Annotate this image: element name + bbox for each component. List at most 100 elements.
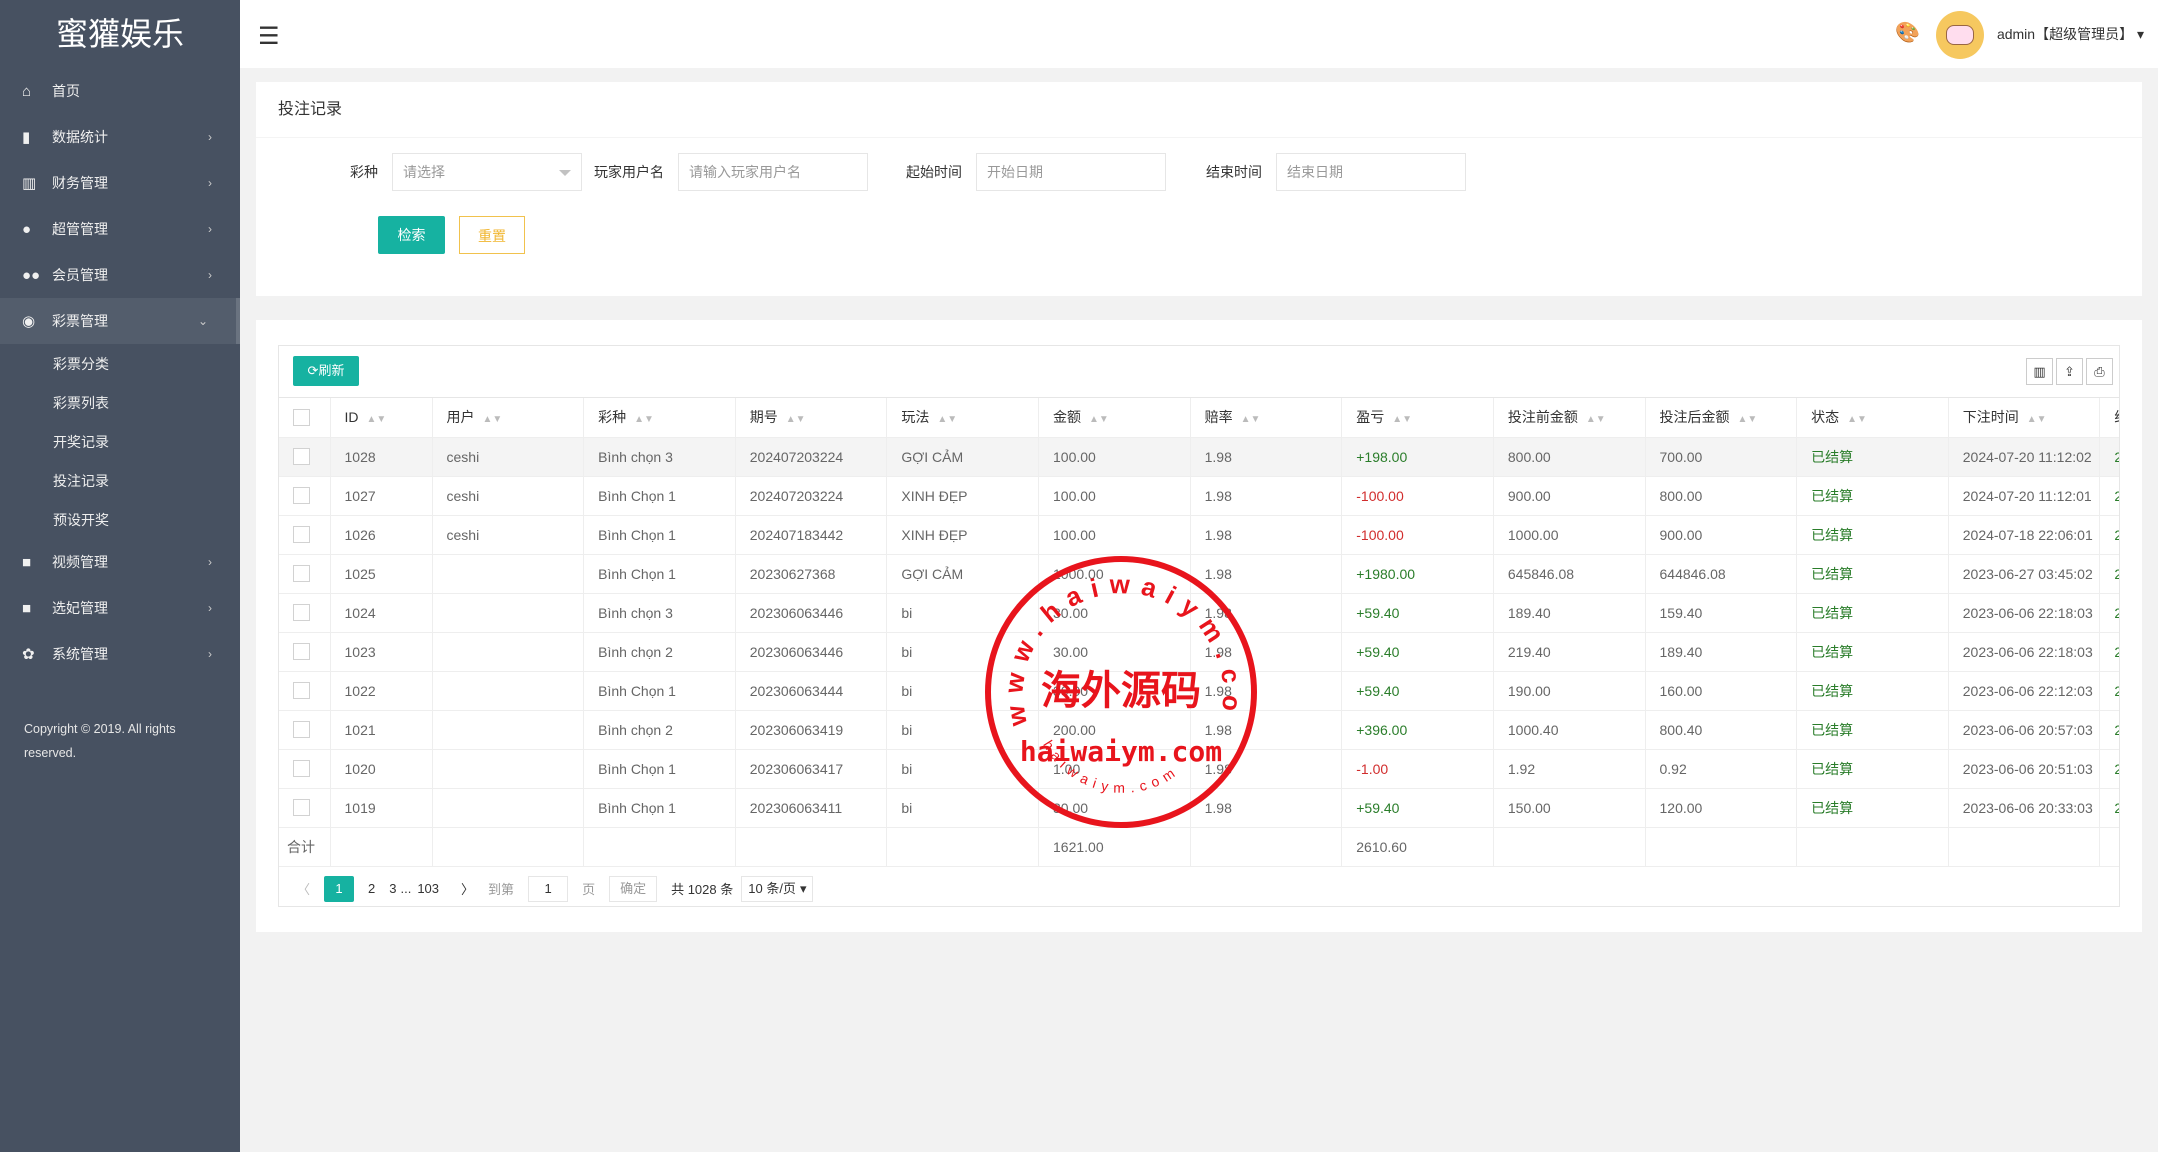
- column-header[interactable]: 玩法 ▲▼: [886, 398, 1039, 438]
- sidebar-subitem[interactable]: 预设开奖: [0, 500, 240, 539]
- row-checkbox-cell[interactable]: [279, 788, 331, 828]
- column-header[interactable]: 结算时间▲▼: [2099, 398, 2119, 438]
- goto-confirm-button[interactable]: 确定: [609, 875, 658, 902]
- table-row[interactable]: 1028 ceshi Bình chọn 3 202407203224 GỢI CẢM 1…: [279, 437, 2119, 477]
- checkbox[interactable]: [293, 604, 310, 622]
- next-page-button[interactable]: 〉: [461, 879, 474, 898]
- sort-icon[interactable]: ▲▼: [634, 414, 654, 425]
- sort-icon[interactable]: ▲▼: [1586, 414, 1606, 425]
- checkbox[interactable]: [293, 799, 310, 817]
- cell-10: 已结算: [1796, 788, 1949, 828]
- table-row[interactable]: 1022 Bình Chọn 1 202306063444 bi 30.00 1.98 +5…: [279, 671, 2119, 711]
- row-checkbox-cell[interactable]: [279, 437, 331, 477]
- row-checkbox-cell[interactable]: [279, 749, 331, 789]
- checkbox[interactable]: [293, 409, 310, 427]
- table-row[interactable]: 1025 Bình Chọn 1 20230627368 GỢI CẢM 1000.00…: [279, 554, 2119, 594]
- column-header-label: 投注前金额: [1507, 409, 1578, 426]
- row-checkbox-cell[interactable]: [279, 593, 331, 633]
- sort-icon[interactable]: ▲▼: [2027, 414, 2047, 425]
- sidebar-item-0-home[interactable]: ⌂ 首页: [0, 68, 240, 114]
- column-header[interactable]: 期号 ▲▼: [735, 398, 888, 438]
- sort-icon[interactable]: ▲▼: [786, 414, 806, 425]
- column-header[interactable]: 状态 ▲▼: [1796, 398, 1949, 438]
- row-checkbox-cell[interactable]: [279, 515, 331, 555]
- row-checkbox-cell[interactable]: [279, 632, 331, 672]
- table-row[interactable]: 1024 Bình chọn 3 202306063446 bi 30.00 1.98 +5…: [279, 593, 2119, 633]
- goto-page-input[interactable]: 1: [528, 875, 569, 902]
- sidebar-item-4-users[interactable]: ●● 会员管理 ›: [0, 252, 240, 298]
- page-3[interactable]: 3: [389, 881, 396, 896]
- sort-icon[interactable]: ▲▼: [937, 414, 957, 425]
- checkbox[interactable]: [293, 643, 310, 661]
- column-header[interactable]: 用户 ▲▼: [432, 398, 585, 438]
- menu-toggle-icon[interactable]: ☰: [258, 22, 280, 51]
- sidebar-item-1-bar-chart[interactable]: ▮ 数据统计 ›: [0, 114, 240, 160]
- row-checkbox-cell[interactable]: [279, 710, 331, 750]
- export-icon[interactable]: ⇪: [2056, 358, 2083, 385]
- end-date-input[interactable]: 结束日期: [1276, 153, 1466, 191]
- cell-9: 160.00: [1645, 671, 1798, 711]
- checkbox[interactable]: [293, 526, 310, 544]
- sidebar-item-8-gear[interactable]: ✿ 系统管理 ›: [0, 631, 240, 677]
- column-header[interactable]: 金额 ▲▼: [1038, 398, 1191, 438]
- table-row[interactable]: 1027 ceshi Bình Chọn 1 202407203224 XINH ĐẸP…: [279, 476, 2119, 516]
- sort-icon[interactable]: ▲▼: [1392, 414, 1412, 425]
- sort-icon[interactable]: ▲▼: [483, 414, 503, 425]
- column-header[interactable]: 下注时间 ▲▼: [1948, 398, 2101, 438]
- column-header[interactable]: 盈亏 ▲▼: [1341, 398, 1494, 438]
- cell-7: +59.40: [1341, 593, 1494, 633]
- page-size-select[interactable]: 10 条/页 ▾: [741, 875, 814, 902]
- page-2[interactable]: 2: [368, 881, 375, 896]
- sort-icon[interactable]: ▲▼: [1089, 414, 1109, 425]
- sort-icon[interactable]: ▲▼: [1241, 414, 1261, 425]
- sidebar-subitem[interactable]: 投注记录: [0, 461, 240, 500]
- palette-icon[interactable]: 🎨: [1895, 20, 1920, 45]
- select-all-checkbox[interactable]: [279, 398, 331, 438]
- lottery-select[interactable]: 请选择: [392, 153, 582, 191]
- sidebar-item-6-video[interactable]: ■ 视频管理 ›: [0, 539, 240, 585]
- checkbox[interactable]: [293, 448, 310, 466]
- reset-button[interactable]: 重置: [459, 216, 525, 254]
- sort-icon[interactable]: ▲▼: [1847, 414, 1867, 425]
- row-checkbox-cell[interactable]: [279, 476, 331, 516]
- print-icon[interactable]: ⎙: [2086, 358, 2113, 385]
- username-input[interactable]: 请输入玩家用户名: [678, 153, 868, 191]
- row-checkbox-cell[interactable]: [279, 554, 331, 594]
- column-header[interactable]: ID ▲▼: [330, 398, 433, 438]
- sidebar-item-2-bank[interactable]: ▥ 财务管理 ›: [0, 160, 240, 206]
- column-header[interactable]: 投注后金额 ▲▼: [1645, 398, 1798, 438]
- checkbox[interactable]: [293, 565, 310, 583]
- table-row[interactable]: 1023 Bình chọn 2 202306063446 bi 30.00 1.98 +5…: [279, 632, 2119, 672]
- refresh-button[interactable]: ⟳刷新: [293, 356, 359, 386]
- table-row[interactable]: 1026 ceshi Bình Chọn 1 202407183442 XINH ĐẸP…: [279, 515, 2119, 555]
- checkbox[interactable]: [293, 721, 310, 739]
- avatar[interactable]: [1936, 11, 1984, 59]
- sidebar-subitem[interactable]: 彩票分类: [0, 344, 240, 383]
- checkbox[interactable]: [293, 682, 310, 700]
- column-header[interactable]: 彩种 ▲▼: [583, 398, 736, 438]
- search-button[interactable]: 检索: [378, 216, 445, 254]
- table-row[interactable]: 1019 Bình Chọn 1 202306063411 bi 30.00 1.98 +5…: [279, 788, 2119, 828]
- table-row[interactable]: 1021 Bình chọn 2 202306063419 bi 200.00 1.98 +…: [279, 710, 2119, 750]
- total-cell: [1190, 827, 1343, 867]
- row-checkbox-cell[interactable]: [279, 671, 331, 711]
- sidebar-subitem[interactable]: 开奖记录: [0, 422, 240, 461]
- prev-page-button[interactable]: 〈: [297, 879, 310, 898]
- sidebar-item-7-video[interactable]: ■ 选妃管理 ›: [0, 585, 240, 631]
- checkbox[interactable]: [293, 487, 310, 505]
- column-header[interactable]: 投注前金额 ▲▼: [1493, 398, 1646, 438]
- sort-icon[interactable]: ▲▼: [367, 414, 387, 425]
- table-row[interactable]: 1020 Bình Chọn 1 202306063417 bi 1.00 1.98 -1.…: [279, 749, 2119, 789]
- sidebar-item-3-user[interactable]: ● 超管管理 ›: [0, 206, 240, 252]
- page-1[interactable]: 1: [324, 875, 355, 902]
- sidebar-item-5-gamepad[interactable]: ◉ 彩票管理 ⌄: [0, 298, 240, 344]
- sort-icon[interactable]: ▲▼: [1738, 414, 1758, 425]
- cell-6: 1.98: [1190, 515, 1343, 555]
- column-header[interactable]: 赔率 ▲▼: [1190, 398, 1343, 438]
- columns-filter-icon[interactable]: ▥: [2026, 358, 2053, 385]
- sidebar-subitem[interactable]: 彩票列表: [0, 383, 240, 422]
- page-last[interactable]: 103: [417, 881, 439, 896]
- checkbox[interactable]: [293, 760, 310, 778]
- user-menu[interactable]: admin【超级管理员】 ▾: [1997, 24, 2144, 44]
- start-date-input[interactable]: 开始日期: [976, 153, 1166, 191]
